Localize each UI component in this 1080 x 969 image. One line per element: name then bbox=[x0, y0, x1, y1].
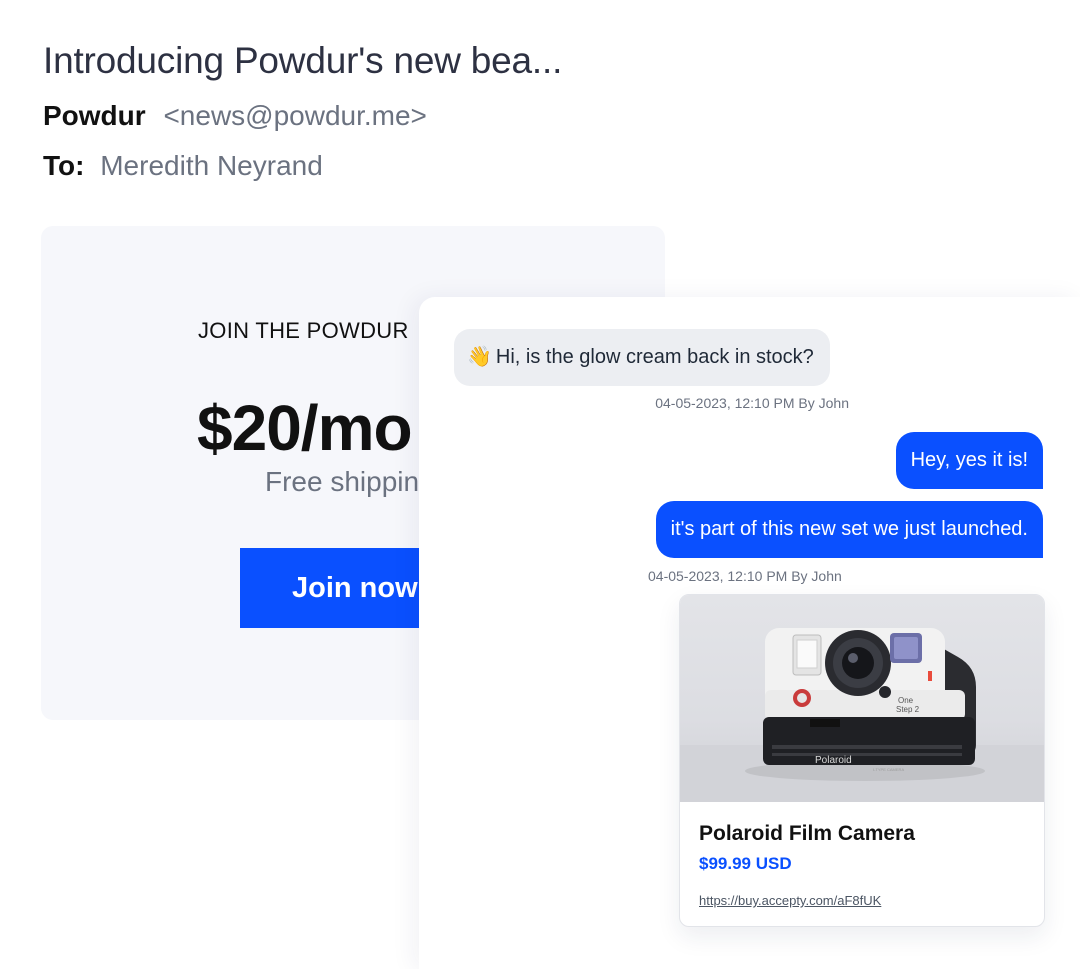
incoming-message-bubble: 👋 Hi, is the glow cream back in stock? bbox=[454, 329, 830, 386]
camera-film-label: I-TYPE CAMERA bbox=[873, 767, 904, 772]
sender-name: Powdur bbox=[43, 100, 146, 131]
to-label: To: bbox=[43, 150, 85, 181]
waving-hand-icon: 👋 bbox=[467, 346, 492, 368]
email-to-row: To: Meredith Neyrand bbox=[43, 150, 323, 182]
product-title: Polaroid Film Camera bbox=[699, 822, 915, 845]
outgoing-message-meta: 04-05-2023, 12:10 PM By John bbox=[648, 568, 842, 584]
promo-price: $20/mo bbox=[197, 392, 413, 464]
sender-email[interactable]: <news@powdur.me> bbox=[163, 100, 426, 131]
incoming-message-text: Hi, is the glow cream back in stock? bbox=[495, 346, 814, 368]
camera-model-text-2: Step 2 bbox=[896, 705, 920, 714]
outgoing-message-bubble: it's part of this new set we just launch… bbox=[655, 501, 1043, 558]
incoming-message-meta: 04-05-2023, 12:10 PM By John bbox=[655, 395, 849, 411]
product-price: $99.99 USD bbox=[699, 854, 792, 873]
camera-model-text-1: One bbox=[898, 696, 914, 705]
outgoing-message-bubble: Hey, yes it is! bbox=[895, 432, 1043, 489]
promo-heading: JOIN THE POWDUR bbox=[198, 318, 409, 343]
product-link[interactable]: https://buy.accepty.com/aF8fUK bbox=[699, 893, 881, 908]
product-image: One Step 2 Polaroid I-TYPE CAMERA bbox=[680, 595, 1044, 802]
camera-brand-text: Polaroid bbox=[815, 755, 852, 766]
product-card[interactable]: One Step 2 Polaroid I-TYPE CAMERA Polaro… bbox=[679, 594, 1045, 927]
recipient-name[interactable]: Meredith Neyrand bbox=[100, 150, 323, 181]
email-from-row: Powdur <news@powdur.me> bbox=[43, 100, 427, 132]
promo-subtext: Free shippin bbox=[265, 466, 420, 497]
email-subject: Introducing Powdur's new bea... bbox=[43, 40, 563, 81]
chat-panel: 👋 Hi, is the glow cream back in stock? 0… bbox=[419, 297, 1080, 969]
